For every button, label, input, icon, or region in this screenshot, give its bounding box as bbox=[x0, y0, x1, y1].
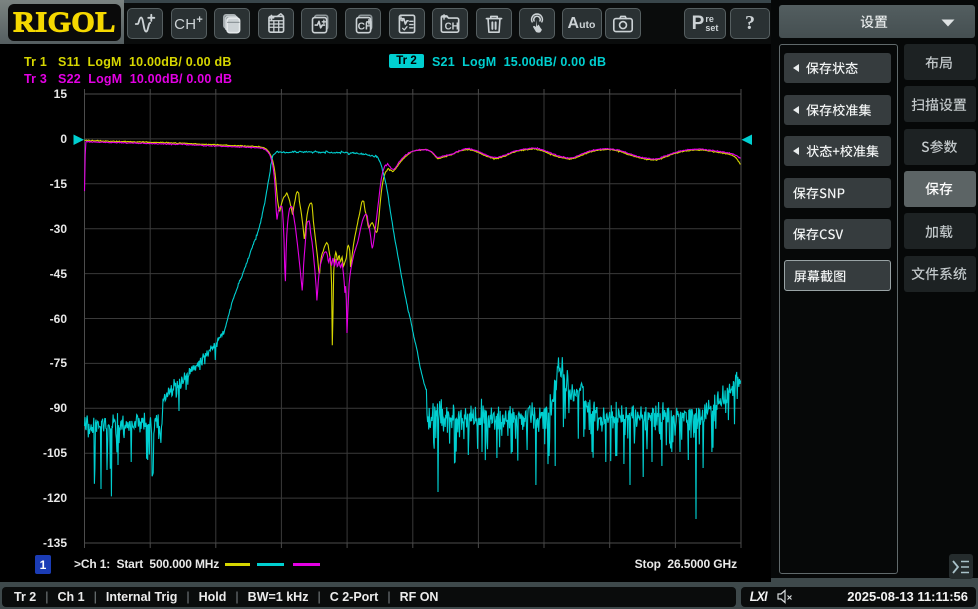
svg-text:CH: CH bbox=[358, 21, 373, 32]
svg-text:CH: CH bbox=[445, 21, 459, 32]
